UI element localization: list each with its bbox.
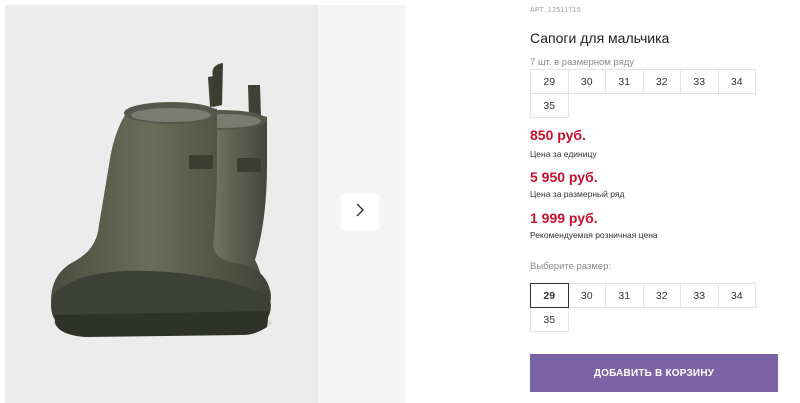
unit-price: 850 руб.: [530, 127, 586, 143]
boots-illustration: [51, 63, 272, 337]
size-set-cell: 34: [717, 69, 756, 94]
size-option[interactable]: 31: [605, 283, 644, 308]
size-set-cell: 33: [680, 69, 719, 94]
set-price-label: Цена за размерный ряд: [530, 189, 625, 199]
product-panel: АРТ. 12511715 Сапоги для мальчика 7 шт. …: [530, 0, 790, 403]
size-selector: 29 30 31 32 33 34 35: [530, 283, 756, 332]
size-set-cell: 29: [530, 69, 569, 94]
size-set-grid: 29 30 31 32 33 34 35: [530, 69, 756, 118]
product-title: Сапоги для мальчика: [530, 30, 670, 46]
size-option[interactable]: 32: [642, 283, 681, 308]
size-set-label: 7 шт. в размерном ряду: [530, 57, 635, 68]
retail-price-label: Рекомендуемая розничная цена: [530, 230, 658, 240]
choose-size-label: Выберите размер:: [530, 261, 612, 272]
article-number: АРТ. 12511715: [530, 7, 581, 14]
size-option[interactable]: 35: [530, 307, 569, 332]
size-set-cell: 31: [605, 69, 644, 94]
size-option[interactable]: 30: [567, 283, 606, 308]
product-image: [5, 5, 318, 403]
unit-price-label: Цена за единицу: [530, 149, 597, 159]
add-to-cart-button[interactable]: ДОБАВИТЬ В КОРЗИНУ: [530, 354, 778, 392]
chevron-right-icon: [353, 202, 367, 223]
size-option[interactable]: 33: [680, 283, 719, 308]
size-set-cell: 35: [530, 93, 569, 118]
size-option-selected[interactable]: 29: [530, 283, 569, 308]
size-option[interactable]: 34: [717, 283, 756, 308]
size-set-cell: 30: [567, 69, 606, 94]
retail-price: 1 999 руб.: [530, 210, 598, 226]
size-set-cell: 32: [642, 69, 681, 94]
set-price: 5 950 руб.: [530, 169, 598, 185]
gallery-next-button[interactable]: [341, 193, 379, 231]
